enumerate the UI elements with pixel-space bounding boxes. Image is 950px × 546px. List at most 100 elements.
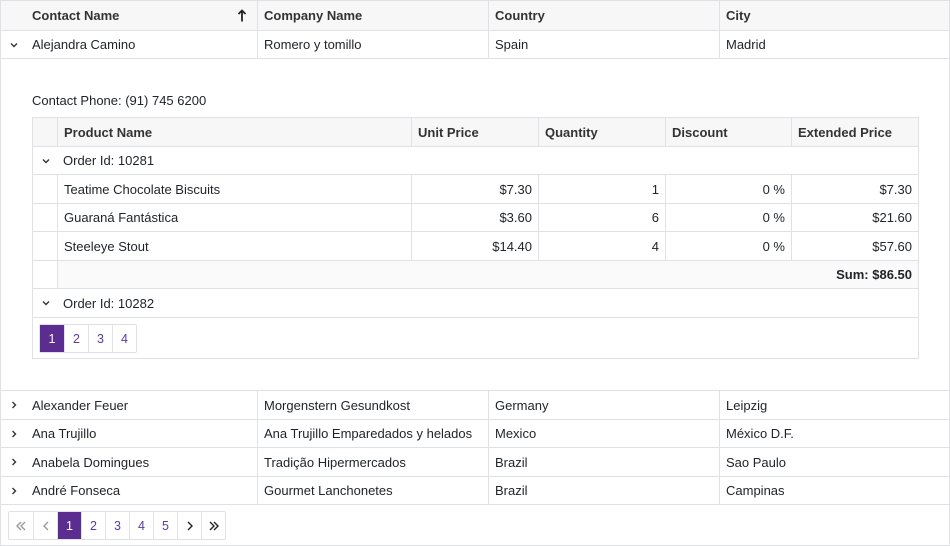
expand-row-button[interactable] <box>1 391 26 419</box>
column-header-city[interactable]: City <box>719 1 949 30</box>
page-button[interactable]: 5 <box>153 512 177 539</box>
page-button[interactable]: 1 <box>57 512 81 539</box>
contact-phone: Contact Phone: (91) 745 6200 <box>32 93 207 108</box>
detail-grid: Product Name Unit Price Quantity Discoun… <box>32 117 919 359</box>
table-row: Alejandra Camino Romero y tomillo Spain … <box>1 31 949 59</box>
collapse-group-button[interactable] <box>33 289 58 317</box>
cell-city: México D.F. <box>719 420 949 447</box>
cell-product-name: Guaraná Fantástica <box>64 210 179 225</box>
column-header-discount[interactable]: Discount <box>665 118 791 146</box>
cell-quantity: 1 <box>538 175 665 203</box>
page-button[interactable]: 2 <box>64 325 88 352</box>
detail-row: Contact Phone: (91) 745 6200 Product Nam… <box>1 59 949 391</box>
cell-contact-name: Alejandra Camino <box>32 37 136 52</box>
cell-city: Leipzig <box>719 391 949 419</box>
collapse-group-button[interactable] <box>33 147 58 174</box>
arrow-up-icon <box>237 9 247 21</box>
cell-product-name: Steeleye Stout <box>64 238 149 254</box>
grid-header: Contact Name Company Name Country City <box>1 1 949 31</box>
cell-discount: 0 % <box>665 232 791 260</box>
page-button[interactable]: 1 <box>40 325 64 352</box>
column-header-label: City <box>726 8 751 23</box>
chevron-double-right-icon <box>209 521 219 530</box>
detail-grid-header: Product Name Unit Price Quantity Discoun… <box>33 118 918 147</box>
group-indent-column <box>33 204 58 231</box>
page-button[interactable]: 4 <box>112 325 136 352</box>
page-button[interactable]: 3 <box>88 325 112 352</box>
group-row: Order Id: 10281 <box>33 147 918 175</box>
cell-country: Brazil <box>488 477 719 504</box>
table-row: Ana Trujillo Ana Trujillo Emparedados y … <box>1 420 949 448</box>
collapse-row-button[interactable] <box>1 31 26 58</box>
chevron-down-icon <box>42 301 49 306</box>
cell-discount: 0 % <box>665 175 791 203</box>
cell-contact-name: Ana Trujillo <box>32 426 97 441</box>
page-button[interactable]: 3 <box>105 512 129 539</box>
grid-pager: 1 2 3 4 5 <box>8 511 226 540</box>
table-row: Steeleye Stout $14.40 4 0 % $57.60 <box>33 232 918 261</box>
column-header-contact-name[interactable]: Contact Name <box>26 1 257 30</box>
column-header-quantity[interactable]: Quantity <box>538 118 665 146</box>
group-indent-column <box>33 118 58 146</box>
cell-city: Sao Paulo <box>719 448 949 476</box>
cell-product-name: Teatime Chocolate Biscuits <box>64 181 221 197</box>
column-header-company-name[interactable]: Company Name <box>257 1 488 30</box>
group-indent-column <box>33 175 58 203</box>
cell-quantity: 6 <box>538 204 665 231</box>
table-row: Anabela Domingues Tradição Hipermercados… <box>1 448 949 477</box>
previous-page-button[interactable] <box>33 512 57 539</box>
column-header-extended-price[interactable]: Extended Price <box>791 118 918 146</box>
group-footer-row: Sum: $86.50 <box>33 261 918 289</box>
column-header-unit-price[interactable]: Unit Price <box>411 118 538 146</box>
expand-row-button[interactable] <box>1 420 26 447</box>
page-button[interactable]: 2 <box>81 512 105 539</box>
cell-contact-name: Alexander Feuer <box>32 397 129 413</box>
chevron-right-icon <box>187 521 193 530</box>
column-header-label: Country <box>495 8 545 23</box>
page-button[interactable]: 4 <box>129 512 153 539</box>
chevron-right-icon <box>11 487 16 494</box>
cell-unit-price: $14.40 <box>411 232 538 260</box>
cell-company-name: Ana Trujillo Emparedados y helados <box>257 420 488 447</box>
column-header-product-name[interactable]: Product Name <box>58 118 411 146</box>
group-row: Order Id: 10282 <box>33 289 918 318</box>
group-indent-column <box>33 232 58 260</box>
cell-country: Spain <box>488 31 719 58</box>
cell-country: Mexico <box>488 420 719 447</box>
chevron-right-icon <box>11 458 16 466</box>
cell-contact-name: André Fonseca <box>32 483 121 498</box>
column-header-label: Company Name <box>264 8 363 23</box>
cell-extended-price: $21.60 <box>791 204 918 231</box>
chevron-left-icon <box>42 521 48 530</box>
table-row: Guaraná Fantástica $3.60 6 0 % $21.60 <box>33 204 918 232</box>
cell-country: Brazil <box>488 448 719 476</box>
detail-pager: 1 2 3 4 <box>39 324 137 353</box>
table-row: Alexander Feuer Morgenstern Gesundkost G… <box>1 391 949 420</box>
cell-extended-price: $7.30 <box>791 175 918 203</box>
chevron-down-icon <box>42 158 49 163</box>
first-page-button[interactable] <box>9 512 33 539</box>
group-sum: Sum: $86.50 <box>836 267 912 282</box>
expand-row-button[interactable] <box>1 477 26 504</box>
cell-quantity: 4 <box>538 232 665 260</box>
group-indent-column <box>33 261 58 288</box>
cell-unit-price: $3.60 <box>411 204 538 231</box>
cell-discount: 0 % <box>665 204 791 231</box>
chevron-right-icon <box>11 430 16 437</box>
cell-city: Campinas <box>719 477 949 504</box>
group-label: Order Id: 10281 <box>63 153 155 168</box>
table-row: Teatime Chocolate Biscuits $7.30 1 0 % $… <box>33 175 918 204</box>
column-header-label: Contact Name <box>32 8 120 23</box>
table-row: André Fonseca Gourmet Lanchonetes Brazil… <box>1 477 949 505</box>
last-page-button[interactable] <box>201 512 225 539</box>
cell-company-name: Morgenstern Gesundkost <box>257 391 488 419</box>
expand-row-button[interactable] <box>1 448 26 476</box>
cell-country: Germany <box>488 391 719 419</box>
cell-company-name: Gourmet Lanchonetes <box>257 477 488 504</box>
cell-contact-name: Anabela Domingues <box>32 454 150 470</box>
chevron-double-left-icon <box>16 521 26 530</box>
chevron-right-icon <box>11 401 16 409</box>
next-page-button[interactable] <box>177 512 201 539</box>
cell-unit-price: $7.30 <box>411 175 538 203</box>
column-header-country[interactable]: Country <box>488 1 719 30</box>
